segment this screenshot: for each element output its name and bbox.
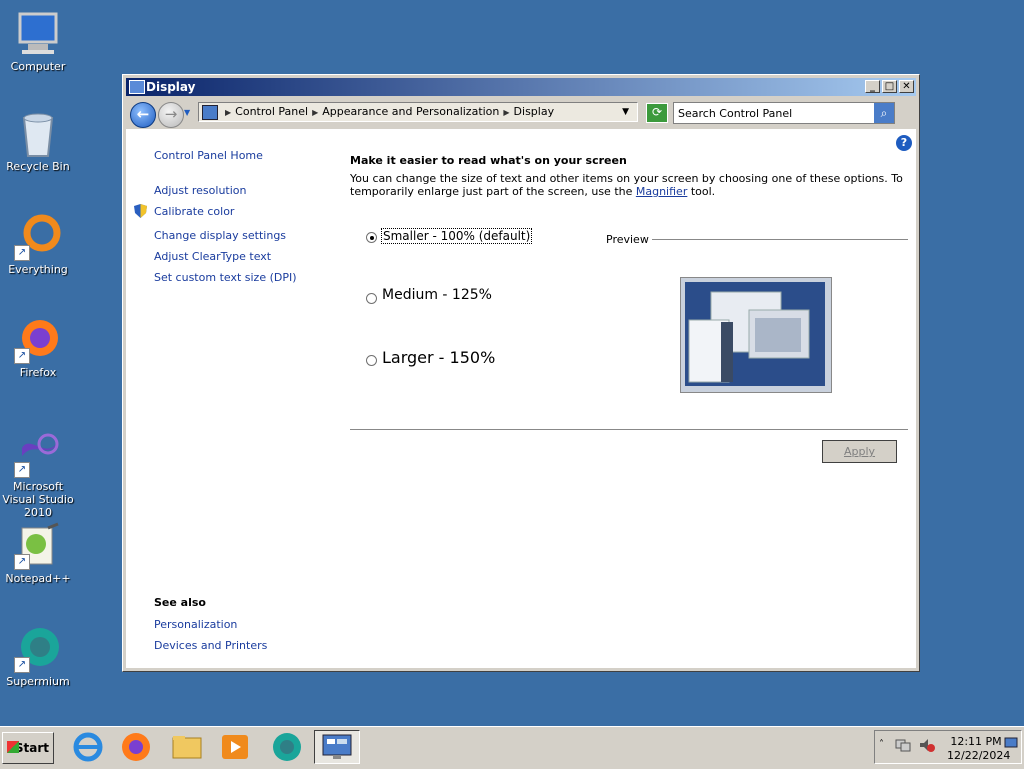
desktop-icon-everything[interactable]: ↗ Everything [0, 213, 78, 276]
clock-time: 12:11 PM [950, 735, 1002, 748]
back-button[interactable]: ← [130, 102, 156, 128]
devices-and-printers-link[interactable]: Devices and Printers [154, 639, 267, 652]
apply-button[interactable]: Apply [822, 440, 897, 463]
search-input[interactable] [678, 105, 868, 121]
breadcrumb: ▶ Control Panel ▶ Appearance and Personaliz… [221, 103, 554, 122]
computer-icon [14, 10, 62, 58]
desktop-icon-label: Notepad++ [5, 572, 71, 585]
page-description: You can change the size of text and othe… [350, 172, 906, 198]
refresh-button[interactable]: ⟳ [646, 103, 668, 123]
firefox-taskbar-icon[interactable] [119, 730, 153, 764]
desktop-icon-visual-studio[interactable]: ↗ Microsoft Visual Studio 2010 [0, 430, 78, 519]
calibrate-color-link[interactable]: Calibrate color [154, 205, 234, 218]
option-larger-label[interactable]: Larger - 150% [382, 348, 495, 367]
supermium-taskbar-icon[interactable] [270, 730, 304, 764]
start-label: Start [14, 741, 49, 755]
option-smaller-label[interactable]: Smaller - 100% (default) [380, 228, 533, 244]
everything-icon: ↗ [14, 213, 62, 261]
media-player-icon[interactable] [218, 730, 252, 764]
recent-pages-dropdown[interactable]: ▼ [184, 108, 190, 117]
desktop-icon-label: Firefox [19, 366, 57, 379]
radio-larger[interactable] [366, 355, 377, 366]
minimize-button[interactable]: _ [865, 80, 880, 93]
personalization-link[interactable]: Personalization [154, 618, 237, 631]
breadcrumb-separator-icon[interactable]: ▶ [503, 108, 509, 117]
recycle-bin-icon [14, 110, 62, 158]
breadcrumb-separator-icon[interactable]: ▶ [225, 108, 231, 117]
shield-icon [134, 204, 147, 218]
start-button[interactable]: Start [2, 732, 54, 764]
show-hidden-icons-icon[interactable]: ˄ [879, 739, 884, 750]
help-icon[interactable]: ? [896, 135, 912, 151]
magnifier-link[interactable]: Magnifier [636, 185, 687, 198]
taskbar: Start ˄ 12:11 PM 12/22/2024 [0, 726, 1024, 769]
see-also-heading: See also [154, 596, 206, 609]
shortcut-arrow-icon: ↗ [14, 462, 30, 478]
navigation-bar: ← → ▼ ▶ Control Panel ▶ Appearance and Pers… [126, 99, 916, 129]
internet-explorer-icon[interactable] [71, 730, 105, 764]
address-dropdown-icon[interactable]: ▼ [622, 103, 629, 121]
maximize-button[interactable]: □ [882, 80, 897, 93]
desktop-icon-label: Computer [10, 60, 66, 73]
firefox-icon: ↗ [14, 316, 62, 364]
control-panel-taskbar-icon[interactable] [314, 730, 360, 764]
desktop-icon-label: Supermium [6, 675, 70, 688]
adjust-resolution-link[interactable]: Adjust resolution [154, 184, 247, 197]
radio-medium[interactable] [366, 293, 377, 304]
shortcut-arrow-icon: ↗ [14, 657, 30, 673]
section-divider [350, 429, 908, 430]
network-icon[interactable] [895, 738, 911, 752]
page-heading: Make it easier to read what's on your sc… [350, 154, 627, 167]
windows-logo-icon [7, 741, 19, 753]
preview-desktop [685, 282, 825, 386]
breadcrumb-display[interactable]: Display [514, 105, 555, 118]
control-panel-icon [202, 105, 218, 120]
shortcut-arrow-icon: ↗ [14, 554, 30, 570]
file-explorer-icon[interactable] [170, 730, 204, 764]
window-title: Display [146, 80, 196, 94]
desktop-icon-firefox[interactable]: ↗ Firefox [0, 316, 78, 379]
notepadpp-icon: ↗ [14, 522, 62, 570]
close-button[interactable]: ✕ [899, 80, 914, 93]
description-text-end: tool. [687, 185, 716, 198]
clock[interactable]: 12:11 PM 12/22/2024 [947, 735, 1011, 763]
radio-smaller[interactable] [366, 232, 377, 243]
custom-text-size-link[interactable]: Set custom text size (DPI) [154, 271, 297, 284]
option-medium-label[interactable]: Medium - 125% [382, 287, 492, 303]
content-area: ? Control Panel Home Adjust resolution C… [126, 129, 916, 668]
desktop-icon-label: Microsoft Visual Studio 2010 [2, 480, 74, 519]
desktop-icon-supermium[interactable]: ↗ Supermium [0, 625, 78, 688]
clock-date: 12/22/2024 [947, 749, 1011, 762]
search-box: ⌕ [673, 102, 895, 124]
address-bar[interactable]: ▶ Control Panel ▶ Appearance and Personaliz… [198, 102, 638, 122]
display-window: Display _ □ ✕ ← → ▼ ▶ Control Panel ▶ Appea… [122, 74, 920, 672]
desktop-icon-recycle-bin[interactable]: Recycle Bin [0, 110, 78, 173]
search-icon[interactable]: ⌕ [874, 103, 894, 123]
breadcrumb-separator-icon[interactable]: ▶ [312, 108, 318, 117]
shortcut-arrow-icon: ↗ [14, 245, 30, 261]
breadcrumb-control-panel[interactable]: Control Panel [235, 105, 308, 118]
control-panel-home-link[interactable]: Control Panel Home [154, 149, 263, 162]
preview-divider [652, 239, 908, 240]
preview-label: Preview [606, 233, 649, 246]
shortcut-arrow-icon: ↗ [14, 348, 30, 364]
system-tray: ˄ 12:11 PM 12/22/2024 [874, 730, 1022, 764]
title-bar[interactable]: Display _ □ ✕ [126, 78, 916, 96]
adjust-cleartype-link[interactable]: Adjust ClearType text [154, 250, 271, 263]
preview-image [680, 277, 832, 393]
volume-muted-icon[interactable] [919, 738, 935, 752]
show-desktop-icon[interactable] [1004, 737, 1018, 749]
forward-button[interactable]: → [158, 102, 184, 128]
desktop-icon-notepadpp[interactable]: ↗ Notepad++ [0, 522, 78, 585]
supermium-icon: ↗ [14, 625, 62, 673]
desktop-icon-label: Everything [8, 263, 68, 276]
breadcrumb-appearance[interactable]: Appearance and Personalization [322, 105, 499, 118]
desktop-icon-label: Recycle Bin [6, 160, 70, 173]
desktop-icon-computer[interactable]: Computer [0, 10, 78, 73]
visual-studio-icon: ↗ [14, 430, 62, 478]
display-window-icon [129, 80, 145, 94]
change-display-settings-link[interactable]: Change display settings [154, 229, 286, 242]
description-text: You can change the size of text and othe… [350, 172, 903, 198]
